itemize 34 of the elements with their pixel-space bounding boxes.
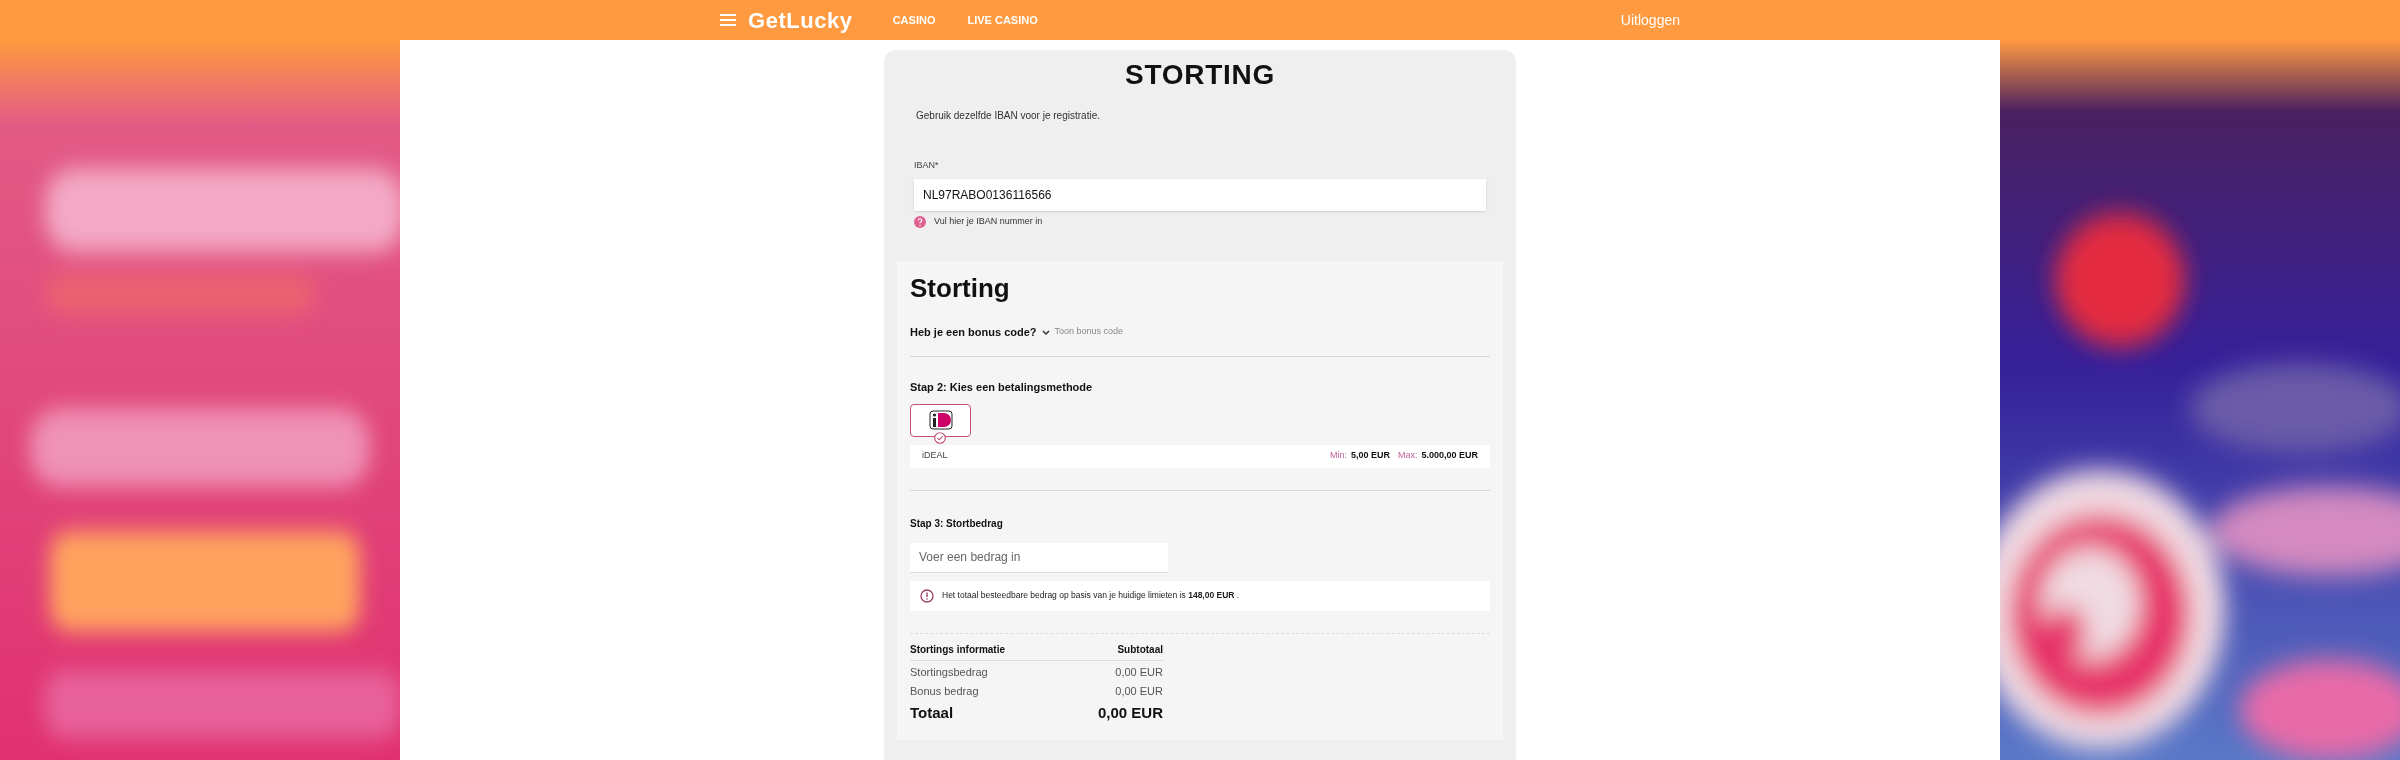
help-icon xyxy=(914,215,926,228)
summary-label: Stortingsbedrag xyxy=(910,664,988,680)
section-title: Storting xyxy=(910,271,1011,305)
notice-text: Het totaal besteedbare bedrag op basis van je huidige limieten is 148,00 EUR . xyxy=(942,589,1240,602)
alert-icon xyxy=(920,588,934,603)
amount-field[interactable]: Voer een bedrag in xyxy=(910,542,1168,573)
summary-label: Bonus bedrag xyxy=(910,684,979,699)
iban-field[interactable]: NL97RABO0136116566 xyxy=(914,179,1486,211)
summary-value: 0,00 EUR xyxy=(1115,684,1163,699)
nav-link[interactable]: CASINO xyxy=(892,11,936,29)
nav-link[interactable]: LIVE CASINO xyxy=(967,11,1038,29)
summary-value: 0,00 EUR xyxy=(1115,664,1163,680)
method-name: iDEAL xyxy=(922,449,948,463)
column-header: Subtotaal xyxy=(1117,642,1163,657)
field-label: IBAN* xyxy=(914,160,939,170)
chevron-down-icon[interactable] xyxy=(1040,327,1051,336)
step-heading: Stap 2: Kies een betalingsmethode xyxy=(910,380,1094,395)
page-title: STORTING xyxy=(1124,58,1276,92)
ideal-logo-icon xyxy=(928,410,953,430)
max-amount: 5.000,00 EUR xyxy=(1421,449,1478,463)
iban-note: Gebruik dezelfde IBAN voor je registratie. xyxy=(916,109,1101,123)
payment-method-tile[interactable] xyxy=(910,403,971,437)
logout-link[interactable]: Uitloggen xyxy=(1620,9,1680,31)
min-amount: 5,00 EUR xyxy=(1350,449,1390,463)
total-label: Totaal xyxy=(910,702,954,723)
brand-logo[interactable]: GetLucky xyxy=(748,3,853,37)
min-label: Min: xyxy=(1329,449,1347,463)
step-heading: Stap 3: Stortbedrag xyxy=(910,516,1004,531)
bonus-question: Heb je een bonus code? xyxy=(910,324,1037,340)
total-value: 0,00 EUR xyxy=(1097,702,1163,723)
help-text: Vul hier je IBAN nummer in xyxy=(934,215,1043,228)
bonus-toggle-link[interactable]: Toon bonus code xyxy=(1054,325,1124,339)
max-label: Max: xyxy=(1397,449,1418,463)
column-header: Stortings informatie xyxy=(910,642,1005,657)
